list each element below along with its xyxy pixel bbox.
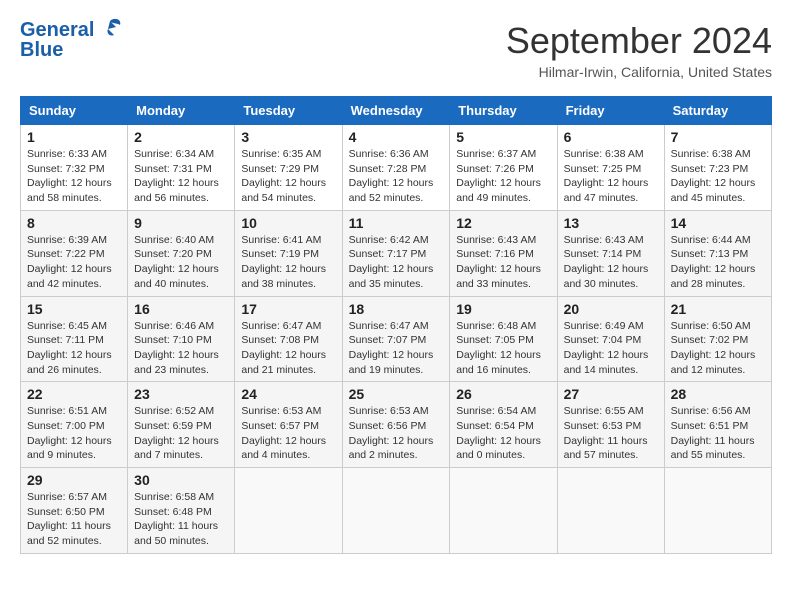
page-header: General Blue September 2024 Hilmar-Irwin…: [20, 20, 772, 80]
table-row: 3Sunrise: 6:35 AMSunset: 7:29 PMDaylight…: [235, 125, 342, 211]
table-row: 10Sunrise: 6:41 AMSunset: 7:19 PMDayligh…: [235, 210, 342, 296]
table-row: 20Sunrise: 6:49 AMSunset: 7:04 PMDayligh…: [557, 296, 664, 382]
table-row: 16Sunrise: 6:46 AMSunset: 7:10 PMDayligh…: [128, 296, 235, 382]
calendar-week-4: 22Sunrise: 6:51 AMSunset: 7:00 PMDayligh…: [21, 382, 772, 468]
logo-bird-icon: [90, 15, 126, 56]
calendar-week-1: 1Sunrise: 6:33 AMSunset: 7:32 PMDaylight…: [21, 125, 772, 211]
calendar-header-row: Sunday Monday Tuesday Wednesday Thursday…: [21, 97, 772, 125]
table-row: 15Sunrise: 6:45 AMSunset: 7:11 PMDayligh…: [21, 296, 128, 382]
table-row: 27Sunrise: 6:55 AMSunset: 6:53 PMDayligh…: [557, 382, 664, 468]
table-row: 24Sunrise: 6:53 AMSunset: 6:57 PMDayligh…: [235, 382, 342, 468]
calendar-week-3: 15Sunrise: 6:45 AMSunset: 7:11 PMDayligh…: [21, 296, 772, 382]
col-thursday: Thursday: [450, 97, 557, 125]
table-row: 17Sunrise: 6:47 AMSunset: 7:08 PMDayligh…: [235, 296, 342, 382]
month-title: September 2024: [506, 20, 772, 62]
table-row: 12Sunrise: 6:43 AMSunset: 7:16 PMDayligh…: [450, 210, 557, 296]
title-block: September 2024 Hilmar-Irwin, California,…: [506, 20, 772, 80]
location: Hilmar-Irwin, California, United States: [506, 64, 772, 80]
col-saturday: Saturday: [664, 97, 771, 125]
table-row: 22Sunrise: 6:51 AMSunset: 7:00 PMDayligh…: [21, 382, 128, 468]
col-sunday: Sunday: [21, 97, 128, 125]
calendar-week-5: 29Sunrise: 6:57 AMSunset: 6:50 PMDayligh…: [21, 468, 772, 554]
col-wednesday: Wednesday: [342, 97, 450, 125]
table-row: 25Sunrise: 6:53 AMSunset: 6:56 PMDayligh…: [342, 382, 450, 468]
table-row: 19Sunrise: 6:48 AMSunset: 7:05 PMDayligh…: [450, 296, 557, 382]
col-friday: Friday: [557, 97, 664, 125]
table-row: 30Sunrise: 6:58 AMSunset: 6:48 PMDayligh…: [128, 468, 235, 554]
table-row: 23Sunrise: 6:52 AMSunset: 6:59 PMDayligh…: [128, 382, 235, 468]
table-row: 5Sunrise: 6:37 AMSunset: 7:26 PMDaylight…: [450, 125, 557, 211]
logo-blue: Blue: [20, 40, 94, 60]
table-row: 7Sunrise: 6:38 AMSunset: 7:23 PMDaylight…: [664, 125, 771, 211]
calendar-table: Sunday Monday Tuesday Wednesday Thursday…: [20, 96, 772, 554]
table-row: [235, 468, 342, 554]
calendar-week-2: 8Sunrise: 6:39 AMSunset: 7:22 PMDaylight…: [21, 210, 772, 296]
logo-general: General: [20, 20, 94, 40]
table-row: 21Sunrise: 6:50 AMSunset: 7:02 PMDayligh…: [664, 296, 771, 382]
table-row: 1Sunrise: 6:33 AMSunset: 7:32 PMDaylight…: [21, 125, 128, 211]
table-row: 29Sunrise: 6:57 AMSunset: 6:50 PMDayligh…: [21, 468, 128, 554]
logo: General Blue: [20, 20, 126, 60]
table-row: 4Sunrise: 6:36 AMSunset: 7:28 PMDaylight…: [342, 125, 450, 211]
table-row: [664, 468, 771, 554]
table-row: 11Sunrise: 6:42 AMSunset: 7:17 PMDayligh…: [342, 210, 450, 296]
col-tuesday: Tuesday: [235, 97, 342, 125]
table-row: 28Sunrise: 6:56 AMSunset: 6:51 PMDayligh…: [664, 382, 771, 468]
col-monday: Monday: [128, 97, 235, 125]
table-row: 18Sunrise: 6:47 AMSunset: 7:07 PMDayligh…: [342, 296, 450, 382]
table-row: 6Sunrise: 6:38 AMSunset: 7:25 PMDaylight…: [557, 125, 664, 211]
table-row: [557, 468, 664, 554]
table-row: 26Sunrise: 6:54 AMSunset: 6:54 PMDayligh…: [450, 382, 557, 468]
table-row: [450, 468, 557, 554]
table-row: 9Sunrise: 6:40 AMSunset: 7:20 PMDaylight…: [128, 210, 235, 296]
table-row: [342, 468, 450, 554]
table-row: 14Sunrise: 6:44 AMSunset: 7:13 PMDayligh…: [664, 210, 771, 296]
table-row: 2Sunrise: 6:34 AMSunset: 7:31 PMDaylight…: [128, 125, 235, 211]
table-row: 13Sunrise: 6:43 AMSunset: 7:14 PMDayligh…: [557, 210, 664, 296]
table-row: 8Sunrise: 6:39 AMSunset: 7:22 PMDaylight…: [21, 210, 128, 296]
